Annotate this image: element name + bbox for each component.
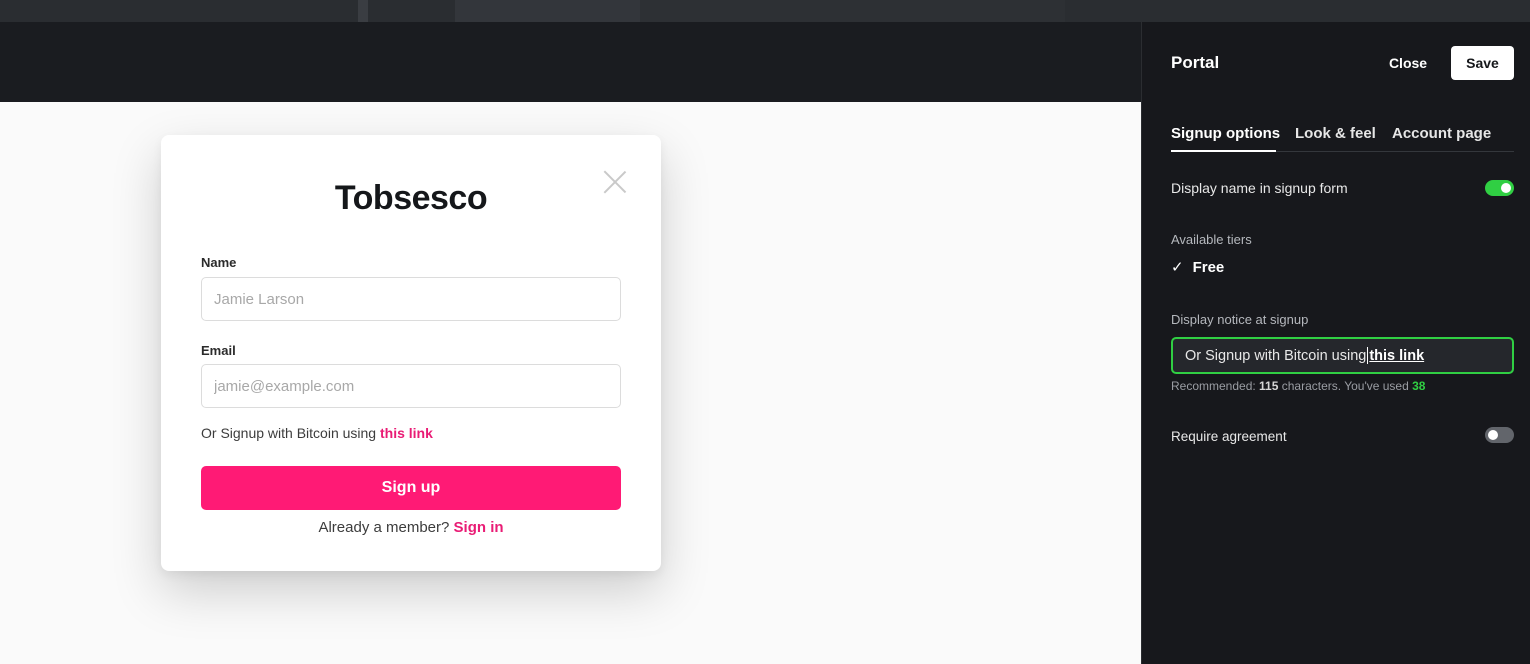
hint-used-count: 38	[1412, 379, 1426, 393]
checkmark-icon: ✓	[1171, 259, 1184, 276]
display-name-label: Display name in signup form	[1171, 180, 1348, 196]
character-count-hint: Recommended: 115 characters. You've used…	[1171, 379, 1425, 393]
toggle-knob	[1501, 183, 1511, 193]
notice-input-text: Or Signup with Bitcoin using	[1185, 347, 1367, 364]
portal-preview: Tobsesco Name Email Or Signup with Bitco…	[0, 22, 1141, 664]
sign-up-button[interactable]: Sign up	[201, 466, 621, 510]
toolbar-segment	[455, 0, 640, 22]
preview-header	[0, 22, 1141, 102]
signup-modal: Tobsesco Name Email Or Signup with Bitco…	[161, 135, 661, 571]
require-agreement-toggle[interactable]	[1485, 427, 1514, 443]
member-text: Already a member?	[318, 519, 454, 536]
top-toolbar-strip	[0, 0, 1530, 22]
toggle-knob	[1488, 430, 1498, 440]
save-button[interactable]: Save	[1451, 46, 1514, 80]
toolbar-segment	[640, 0, 1065, 22]
signup-notice: Or Signup with Bitcoin using this link	[201, 425, 433, 441]
settings-tabs: Signup options Look & feel Account page	[1171, 122, 1514, 152]
member-line: Already a member? Sign in	[161, 519, 661, 536]
tier-free[interactable]: ✓ Free	[1171, 258, 1225, 277]
tab-signup-options[interactable]: Signup options	[1171, 125, 1280, 142]
signup-notice-link[interactable]: this link	[380, 425, 433, 441]
hint-recommended-count: 115	[1259, 379, 1279, 393]
close-button[interactable]: Close	[1383, 46, 1433, 80]
notice-input-link: this link	[1369, 347, 1425, 364]
site-title: Tobsesco	[334, 179, 488, 217]
signup-notice-input[interactable]: Or Signup with Bitcoin using this link	[1171, 337, 1514, 374]
tab-look-and-feel[interactable]: Look & feel	[1295, 125, 1376, 142]
require-agreement-label: Require agreement	[1171, 429, 1287, 444]
signup-notice-text: Or Signup with Bitcoin using	[201, 425, 380, 441]
name-label: Name	[201, 255, 237, 270]
hint-prefix: Recommended:	[1171, 379, 1260, 393]
display-name-toggle[interactable]	[1485, 180, 1514, 196]
text-caret	[1367, 347, 1369, 364]
name-input[interactable]	[201, 277, 621, 321]
sign-in-link[interactable]: Sign in	[454, 519, 504, 536]
available-tiers-label: Available tiers	[1171, 232, 1252, 247]
tab-account-page[interactable]: Account page	[1392, 125, 1491, 142]
portal-settings-panel: Portal Close Save Signup options Look & …	[1141, 22, 1530, 664]
panel-title: Portal	[1171, 53, 1220, 72]
toolbar-segment	[358, 0, 368, 22]
active-tab-indicator	[1171, 150, 1276, 152]
tier-name: Free	[1192, 258, 1225, 276]
email-input[interactable]	[201, 364, 621, 408]
email-label: Email	[201, 343, 236, 358]
display-notice-label: Display notice at signup	[1171, 312, 1309, 327]
hint-middle: characters. You've used	[1278, 379, 1413, 393]
